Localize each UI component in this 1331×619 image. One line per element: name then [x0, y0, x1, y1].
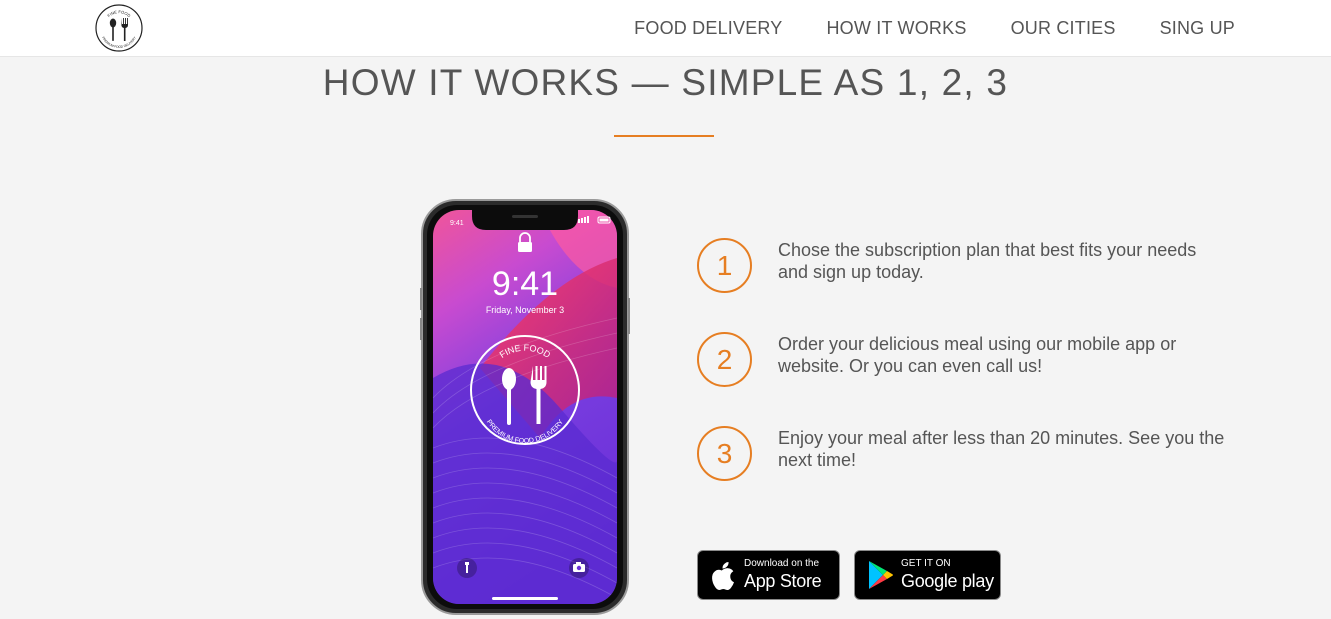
app-store-small-label: Download on the	[744, 558, 820, 569]
app-store-button[interactable]: Download on the App Store	[697, 550, 840, 600]
apple-icon	[712, 561, 734, 591]
main-nav: FOOD DELIVERY HOW IT WORKS OUR CITIES SI…	[634, 0, 1235, 57]
step-3: 3 Enjoy your meal after less than 20 min…	[697, 426, 1257, 486]
title-divider	[614, 135, 714, 137]
phone-image: 9:41 9:41 Friday, November 3 FINE FOOD P…	[420, 199, 630, 615]
svg-text:Friday, November 3: Friday, November 3	[486, 305, 564, 315]
navbar: FINE FOOD PREMIUM FOOD DELIVERY FOOD DEL…	[0, 0, 1331, 57]
step-description: Order your delicious meal using our mobi…	[778, 334, 1177, 376]
nav-link-our-cities[interactable]: OUR CITIES	[1011, 18, 1116, 39]
google-play-small-label: GET IT ON	[901, 558, 951, 569]
nav-link-how-it-works[interactable]: HOW IT WORKS	[826, 18, 966, 39]
app-store-label: App Store	[744, 571, 822, 591]
section-title: HOW IT WORKS — SIMPLE AS 1, 2, 3	[322, 62, 1009, 103]
google-play-label: Google play	[901, 571, 994, 591]
fork-spoon-logo-icon: FINE FOOD PREMIUM FOOD DELIVERY	[95, 4, 143, 52]
svg-text:9:41: 9:41	[450, 220, 464, 227]
google-play-icon	[869, 561, 893, 589]
nav-link-food-delivery[interactable]: FOOD DELIVERY	[634, 18, 782, 39]
step-number-circle: 1	[697, 238, 752, 293]
svg-text:9:41: 9:41	[492, 265, 558, 303]
step-description: Enjoy your meal after less than 20 minut…	[778, 428, 1225, 470]
phone-mockup: 9:41 9:41 Friday, November 3 FINE FOOD P…	[420, 198, 630, 616]
step-number-circle: 3	[697, 426, 752, 481]
step-1: 1 Chose the subscription plan that best …	[697, 238, 1257, 298]
step-number-circle: 2	[697, 332, 752, 387]
google-play-button[interactable]: GET IT ON Google play	[854, 550, 1001, 600]
nav-link-sign-up[interactable]: SING UP	[1160, 18, 1235, 39]
step-2: 2 Order your delicious meal using our mo…	[697, 332, 1257, 392]
logo[interactable]: FINE FOOD PREMIUM FOOD DELIVERY	[94, 3, 144, 53]
step-description: Chose the subscription plan that best fi…	[778, 240, 1197, 282]
